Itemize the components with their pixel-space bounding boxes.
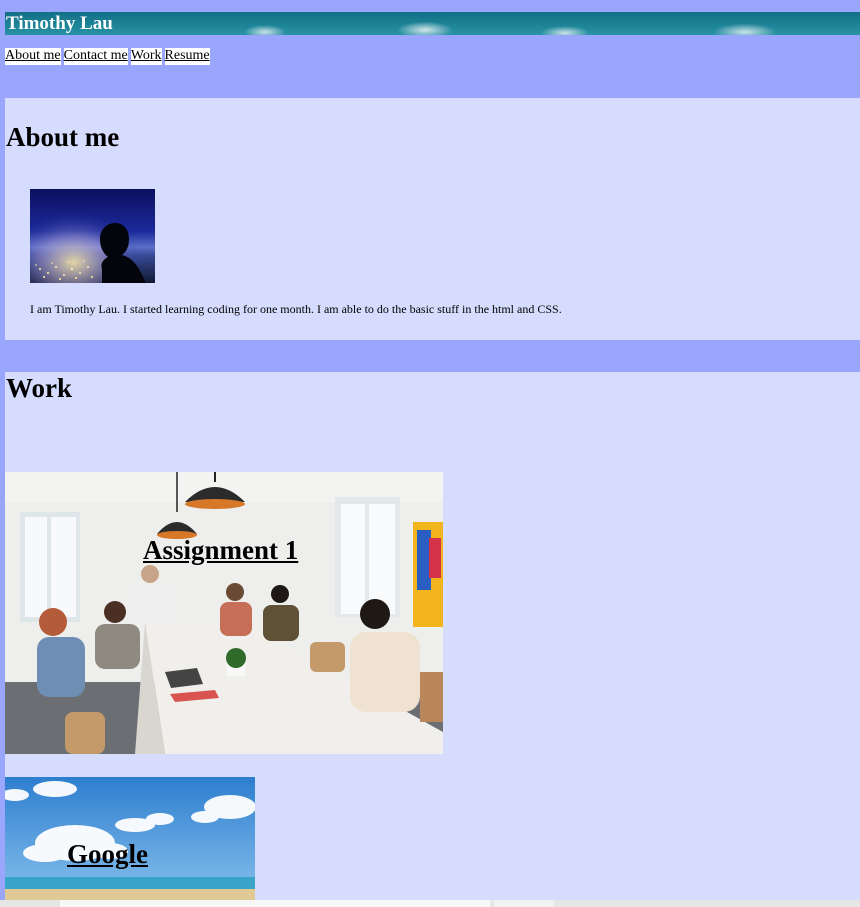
project-label-assignment-1[interactable]: Assignment 1 bbox=[143, 535, 298, 565]
project-label-google[interactable]: Google bbox=[67, 839, 148, 869]
about-heading: About me bbox=[6, 122, 120, 152]
scrollbar-thumb[interactable] bbox=[60, 900, 490, 907]
profile-photo bbox=[30, 189, 155, 283]
nav-link-work[interactable]: Work bbox=[130, 48, 162, 65]
about-section: About me I am Timothy Lau. I started lea… bbox=[5, 98, 860, 340]
horizontal-scrollbar[interactable] bbox=[0, 900, 860, 907]
work-section: Work Assignment 1 Google bbox=[5, 372, 860, 907]
main-nav: About me Contact me Work Resume bbox=[5, 48, 210, 65]
work-heading: Work bbox=[6, 373, 73, 403]
site-title: Timothy Lau bbox=[6, 13, 113, 34]
project-card-google[interactable]: Google bbox=[5, 777, 255, 907]
about-text: I am Timothy Lau. I started learning cod… bbox=[30, 302, 562, 316]
page: Timothy Lau About me Contact me Work Res… bbox=[0, 0, 860, 907]
nav-link-contact[interactable]: Contact me bbox=[63, 48, 128, 65]
scrollbar-track-segment bbox=[494, 900, 554, 907]
header-banner bbox=[5, 12, 860, 35]
nav-link-resume[interactable]: Resume bbox=[164, 48, 210, 65]
office-meeting-photo bbox=[5, 472, 443, 754]
project-card-assignment-1[interactable]: Assignment 1 bbox=[5, 472, 443, 754]
nav-link-about[interactable]: About me bbox=[5, 48, 61, 65]
